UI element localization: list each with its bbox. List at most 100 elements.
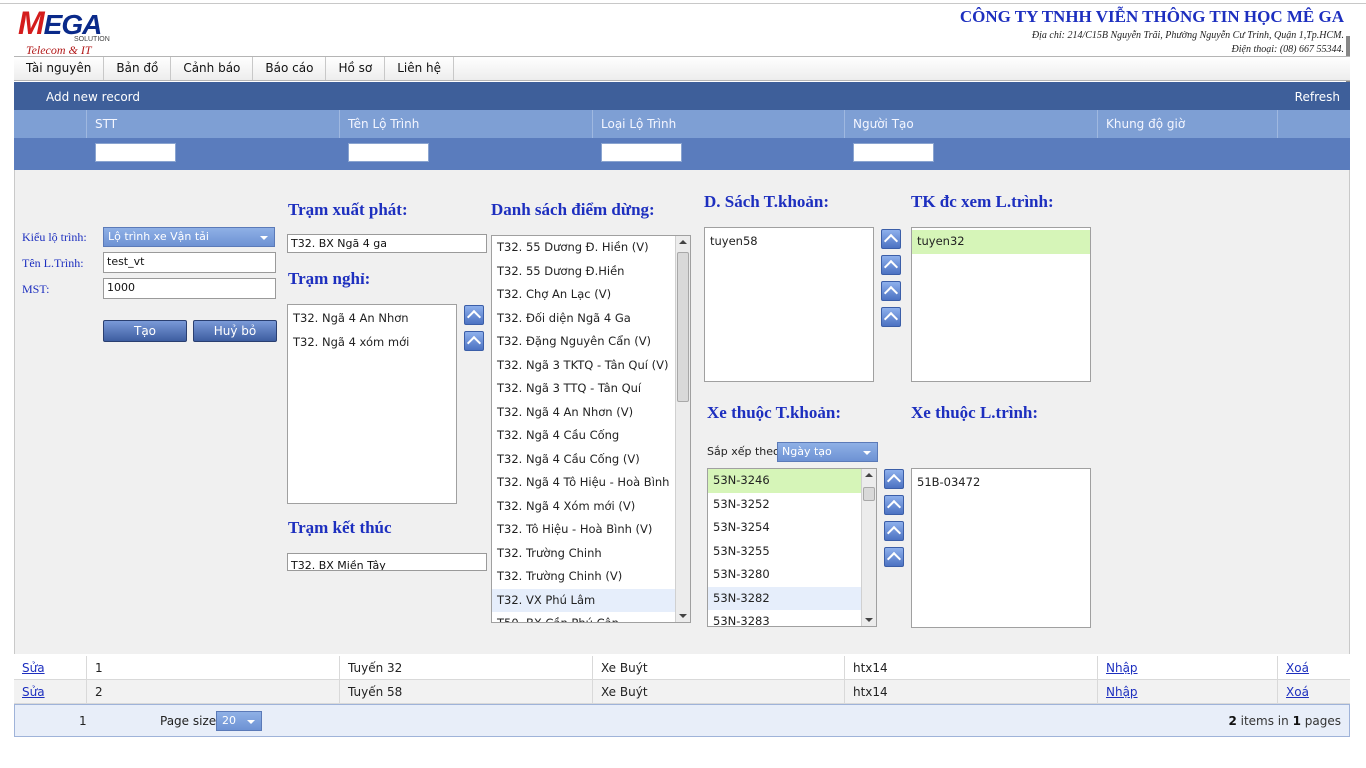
list-item[interactable]: T32. VX Phú Lâm — [492, 588, 675, 612]
company-logo[interactable]: MEGA SOLUTION Telecom & IT — [16, 5, 126, 57]
edit-link[interactable]: Sửa — [14, 656, 86, 680]
col-stt[interactable]: STT — [86, 110, 339, 138]
filter-loai-input[interactable] — [601, 143, 682, 162]
col-loai-lo-trinh[interactable]: Loại Lộ Trình — [592, 110, 844, 138]
mst-input[interactable]: 1000 — [103, 278, 276, 299]
list-item[interactable]: tuyen58 — [705, 230, 873, 254]
list-item[interactable]: T32. Ngã 4 Xóm mới (V) — [492, 495, 675, 519]
move-up-icon[interactable] — [881, 229, 901, 249]
col-ten-lo-trinh[interactable]: Tên Lộ Trình — [339, 110, 592, 138]
menu-ho-so[interactable]: Hồ sơ — [326, 57, 386, 80]
scroll-thumb[interactable] — [863, 487, 875, 501]
list-item[interactable]: 53N-3283 — [708, 610, 861, 626]
list-item[interactable]: T50. BX Cần Phú Cận — [492, 612, 675, 622]
filter-stt-input[interactable] — [95, 143, 176, 162]
row-ten: Tuyến 58 — [339, 680, 592, 704]
move-up-icon[interactable] — [881, 307, 901, 327]
list-item[interactable]: T32. Chợ An Lạc (V) — [492, 283, 675, 307]
menu-ban-do[interactable]: Bản đồ — [104, 57, 172, 80]
sort-select[interactable]: Ngày tạo — [777, 442, 878, 462]
refresh-button[interactable]: Refresh — [1295, 90, 1340, 104]
scroll-down-icon[interactable] — [679, 614, 687, 618]
stops-scrollbar[interactable] — [675, 236, 690, 622]
list-item[interactable]: T32. Ngã 3 TTQ - Tân Quí — [492, 377, 675, 401]
list-item[interactable]: T32. 55 Dương Đ.Hiền — [492, 260, 675, 284]
page-size-select[interactable]: 20 — [216, 711, 262, 731]
col-khung-do-gio[interactable]: Khung độ giờ — [1097, 110, 1277, 138]
account-vehicles-list[interactable]: 53N-3246 53N-3252 53N-3254 53N-3255 53N-… — [707, 468, 877, 627]
move-up-icon[interactable] — [884, 495, 904, 515]
list-item[interactable]: T32. Ngã 4 xóm mới — [288, 331, 456, 355]
list-item[interactable]: 53N-3255 — [708, 540, 861, 564]
list-item[interactable]: 53N-3254 — [708, 516, 861, 540]
create-button[interactable]: Tạo — [103, 320, 187, 342]
col-nguoi-tao[interactable]: Người Tạo — [844, 110, 1097, 138]
list-item[interactable]: T32. 55 Dương Đ. Hiền (V) — [492, 236, 675, 260]
sort-value: Ngày tạo — [782, 445, 832, 458]
list-item[interactable]: 51B-03472 — [912, 471, 1090, 495]
list-item[interactable]: 53N-3252 — [708, 493, 861, 517]
menu-lien-he[interactable]: Liên hệ — [385, 57, 455, 80]
move-up-icon[interactable] — [881, 255, 901, 275]
kieu-lo-trinh-select[interactable]: Lộ trình xe Vận tải — [103, 227, 275, 247]
list-item[interactable]: T32. Trường Chinh — [492, 542, 675, 566]
company-address: Địa chỉ: 214/C15B Nguyễn Trãi, Phường Ng… — [1031, 30, 1344, 41]
viewers-list[interactable]: tuyen32 — [911, 227, 1091, 382]
add-new-record-button[interactable]: Add new record — [46, 90, 140, 104]
list-item[interactable]: T32. Tô Hiệu - Hoà Bình (V) — [492, 518, 675, 542]
list-item[interactable]: T32. Đặng Nguyên Cẩn (V) — [492, 330, 675, 354]
edit-link[interactable]: Sửa — [14, 680, 86, 704]
start-station-input[interactable]: T32. BX Ngã 4 ga — [287, 234, 487, 253]
ten-lo-trinh-input[interactable]: test_vt — [103, 252, 276, 273]
import-link[interactable]: Nhập — [1097, 656, 1277, 680]
filter-ten-input[interactable] — [348, 143, 429, 162]
scroll-down-icon[interactable] — [865, 618, 873, 622]
menu-canh-bao[interactable]: Cảnh báo — [171, 57, 254, 80]
list-item[interactable]: T32. Ngã 4 Tô Hiệu - Hoà Bình — [492, 471, 675, 495]
scroll-thumb[interactable] — [677, 252, 689, 402]
list-item[interactable]: T32. Ngã 4 Cầu Cống (V) — [492, 448, 675, 472]
move-up-icon[interactable] — [881, 281, 901, 301]
page-number[interactable]: 1 — [79, 714, 87, 728]
company-info: CÔNG TY TNHH VIỄN THÔNG TIN HỌC MÊ GA Đị… — [960, 7, 1344, 57]
table-row[interactable]: Sửa 2 Tuyến 58 Xe Buýt htx14 Nhập Xoá — [14, 680, 1350, 704]
move-up-icon[interactable] — [884, 469, 904, 489]
list-item[interactable]: T32. Ngã 4 Cầu Cống — [492, 424, 675, 448]
stops-list[interactable]: T32. 55 Dương Đ. Hiền (V) T32. 55 Dương … — [491, 235, 691, 623]
stops-list-items: T32. 55 Dương Đ. Hiền (V) T32. 55 Dương … — [492, 236, 675, 622]
move-up-icon[interactable] — [884, 547, 904, 567]
sort-label: Sắp xếp theo: — [707, 445, 784, 458]
end-station-input[interactable]: T32. BX Miền Tây — [287, 553, 487, 571]
move-up-icon[interactable] — [464, 331, 484, 351]
list-item[interactable]: tuyen32 — [912, 230, 1090, 254]
list-item[interactable]: 53N-3246 — [708, 469, 861, 493]
route-vehicles-list[interactable]: 51B-03472 — [911, 468, 1091, 628]
list-item[interactable]: T32. Ngã 4 An Nhơn (V) — [492, 401, 675, 425]
delete-link[interactable]: Xoá — [1277, 680, 1350, 704]
import-link[interactable]: Nhập — [1097, 680, 1277, 704]
menu-bao-cao[interactable]: Báo cáo — [253, 57, 327, 80]
ten-lo-trinh-label: Tên L.Trình: — [22, 256, 84, 270]
filter-nguoi-input[interactable] — [853, 143, 934, 162]
move-up-icon[interactable] — [884, 521, 904, 541]
scroll-up-icon[interactable] — [679, 240, 687, 244]
scroll-up-icon[interactable] — [865, 473, 873, 477]
delete-link[interactable]: Xoá — [1277, 656, 1350, 680]
vehicles-scrollbar[interactable] — [861, 469, 876, 626]
rest-station-heading: Trạm nghỉ: — [288, 269, 371, 288]
cancel-button[interactable]: Huỷ bỏ — [193, 320, 277, 342]
stops-heading: Danh sách điểm dừng: — [491, 200, 655, 219]
list-item[interactable]: 53N-3280 — [708, 563, 861, 587]
accounts-list[interactable]: tuyen58 — [704, 227, 874, 382]
move-up-icon[interactable] — [464, 305, 484, 325]
row-loai: Xe Buýt — [592, 656, 844, 680]
list-item[interactable]: 53N-3282 — [708, 586, 861, 610]
menu-tai-nguyen[interactable]: Tài nguyên — [14, 57, 105, 80]
list-item[interactable]: T32. Ngã 4 An Nhơn — [288, 307, 456, 331]
list-item[interactable]: T32. Trường Chinh (V) — [492, 565, 675, 589]
col-actions — [1277, 110, 1350, 138]
table-row[interactable]: Sửa 1 Tuyến 32 Xe Buýt htx14 Nhập Xoá — [14, 656, 1350, 680]
list-item[interactable]: T32. Ngã 3 TKTQ - Tân Quí (V) — [492, 354, 675, 378]
rest-station-list[interactable]: T32. Ngã 4 An Nhơn T32. Ngã 4 xóm mới — [287, 304, 457, 504]
list-item[interactable]: T32. Đối diện Ngã 4 Ga — [492, 307, 675, 331]
